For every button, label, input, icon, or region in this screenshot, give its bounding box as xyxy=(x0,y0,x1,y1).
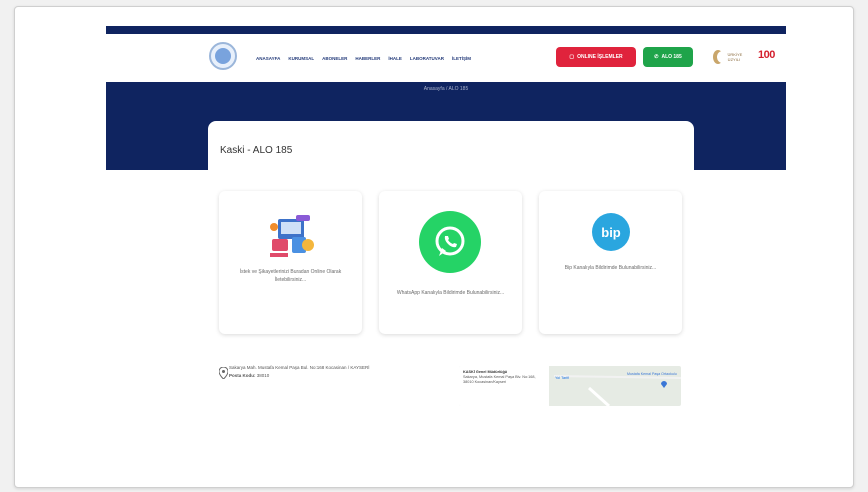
location-pin-icon xyxy=(218,366,229,384)
whatsapp-icon xyxy=(419,211,481,273)
bip-text: Bip Kanalıyla Bildirimde Bulunabilirsini… xyxy=(564,265,657,271)
alo-185-button[interactable]: ✆ ALO 185 xyxy=(643,47,693,67)
main-nav: ANASAYFA KURUMSAL ABONELER HABERLER İHAL… xyxy=(256,56,471,61)
turkiye-century-logo: TÜRKİYE YÜZYILI xyxy=(713,48,749,66)
whatsapp-text: WhatsApp Kanalıyla Bildirimde Bulunabili… xyxy=(396,290,505,296)
screen-icon: ▢ xyxy=(569,54,575,60)
page-title: Kaski - ALO 185 xyxy=(220,145,293,156)
online-request-tile[interactable]: İstek ve Şikayetlerinizi Buradan Online … xyxy=(219,191,362,334)
online-request-text: İstek ve Şikayetlerinizi Buradan Online … xyxy=(239,269,342,283)
nav-item-laboratory[interactable]: LABORATUVAR xyxy=(410,56,444,61)
map-place-address: Sakarya, Mustafa Kemal Paşa Blv. No:168,… xyxy=(463,375,536,384)
contact-tiles: İstek ve Şikayetlerinizi Buradan Online … xyxy=(219,191,685,336)
online-request-illustration xyxy=(270,215,314,257)
navbar: ANASAYFA KURUMSAL ABONELER HABERLER İHAL… xyxy=(106,34,786,82)
whatsapp-tile[interactable]: WhatsApp Kanalıyla Bildirimde Bulunabili… xyxy=(379,191,522,334)
map-info-card: KASKİ Genel Müdürlüğü Sakarya, Mustafa K… xyxy=(459,366,549,406)
logo-mark xyxy=(215,48,231,64)
kaski-logo[interactable] xyxy=(209,42,237,70)
whatsapp-glyph xyxy=(435,226,465,256)
embedded-map[interactable]: KASKİ Genel Müdürlüğü Sakarya, Mustafa K… xyxy=(459,366,681,406)
map-directions-link[interactable]: Yol Tarifi xyxy=(555,376,569,380)
website: ANASAYFA KURUMSAL ABONELER HABERLER İHAL… xyxy=(106,26,786,426)
postal-code-label: Posta Kodu: xyxy=(229,373,256,378)
nav-item-corporate[interactable]: KURUMSAL xyxy=(288,56,314,61)
nav-item-subscribers[interactable]: ABONELER xyxy=(322,56,347,61)
nav-item-home[interactable]: ANASAYFA xyxy=(256,56,280,61)
centennial-logo: 100 xyxy=(758,49,775,61)
title-card: Kaski - ALO 185 xyxy=(208,121,694,181)
bip-icon-label: bip xyxy=(601,224,621,240)
address-line: Sakarya Mah. Mustafa Kemal Paşa Bul. No:… xyxy=(229,365,370,370)
nav-item-contact[interactable]: İLETİŞİM xyxy=(452,56,471,61)
bip-icon: bip xyxy=(592,213,630,251)
top-strip xyxy=(106,26,786,34)
crescent-icon xyxy=(713,50,729,64)
bip-tile[interactable]: bip Bip Kanalıyla Bildirimde Bulunabilir… xyxy=(539,191,682,334)
alo-185-label: ALO 185 xyxy=(661,54,682,60)
breadcrumb: Anasayfa / ALO 185 xyxy=(423,86,469,92)
online-services-label: ONLINE İŞLEMLER xyxy=(577,54,623,60)
turkiye-century-text: TÜRKİYE YÜZYILI xyxy=(725,52,743,62)
map-poi-label: Mustafa Kemal Paşa Ortaokulu xyxy=(627,372,677,376)
nav-item-tender[interactable]: İHALE xyxy=(388,56,402,61)
phone-icon: ✆ xyxy=(654,54,659,60)
postal-code-value: 38010 xyxy=(256,373,270,378)
online-services-button[interactable]: ▢ ONLINE İŞLEMLER xyxy=(556,47,636,67)
nav-item-news[interactable]: HABERLER xyxy=(355,56,380,61)
